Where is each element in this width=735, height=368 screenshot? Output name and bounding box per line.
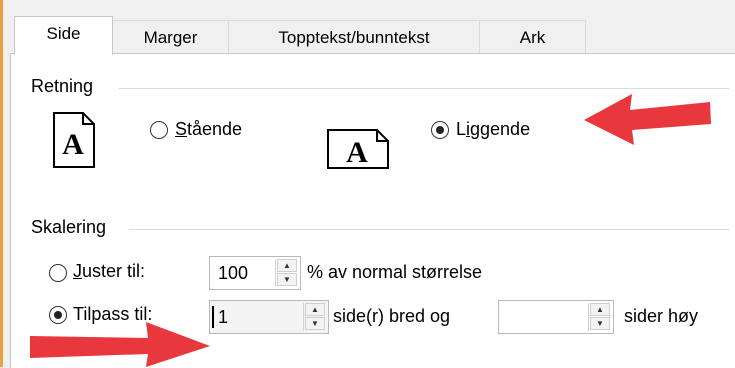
orientation-group-label: Retning (31, 76, 94, 96)
portrait-label-rest: tående (187, 119, 243, 139)
landscape-page-icon: A (327, 129, 389, 169)
fit-wide-up-button[interactable]: ▲ (305, 303, 325, 316)
adjust-to-spinner[interactable]: 100 ▲ ▼ (209, 256, 301, 290)
scaling-group-divider (129, 229, 729, 230)
tab-marger[interactable]: Marger (112, 20, 229, 53)
tab-side[interactable]: Side (14, 16, 113, 55)
fit-wide-suffix: side(r) bred og (333, 306, 451, 326)
fit-tall-suffix: sider høy (624, 306, 699, 326)
fit-tall-up-button[interactable]: ▲ (590, 303, 610, 316)
adjust-to-accel: J (73, 261, 82, 281)
landscape-label-rest: ggende (470, 119, 531, 139)
fit-tall-down-button[interactable]: ▼ (590, 317, 610, 330)
window-edge (0, 0, 3, 367)
fit-tall-spin-buttons: ▲ ▼ (588, 303, 611, 331)
adjust-to-value: 100 (218, 263, 249, 283)
svg-text:A: A (346, 136, 368, 169)
portrait-label[interactable]: Stående (175, 119, 242, 140)
portrait-radio[interactable] (150, 121, 168, 139)
landscape-label-l: L (456, 119, 467, 139)
adjust-to-spin-buttons: ▲ ▼ (275, 259, 298, 287)
fit-to-pointer-arrow (30, 322, 210, 367)
adjust-to-up-button[interactable]: ▲ (277, 259, 297, 272)
fit-to-radio-dot (53, 310, 62, 319)
fit-wide-spinner[interactable]: 1 ▲ ▼ (209, 300, 329, 334)
fit-wide-spin-buttons: ▲ ▼ (303, 303, 326, 331)
portrait-accel: S (175, 119, 188, 139)
fit-wide-value: 1 (218, 307, 229, 327)
portrait-page-icon: A (53, 112, 95, 168)
landscape-label[interactable]: Liggende (456, 119, 530, 140)
fit-wide-down-button[interactable]: ▼ (305, 317, 325, 330)
adjust-to-down-button[interactable]: ▼ (277, 273, 297, 286)
landscape-pointer-arrow (584, 94, 711, 145)
adjust-to-suffix: % av normal størrelse (307, 262, 483, 282)
landscape-radio[interactable] (431, 121, 449, 139)
svg-text:A: A (62, 128, 84, 161)
tab-topptekst-bunntekst[interactable]: Topptekst/bunntekst (228, 20, 480, 53)
adjust-to-radio[interactable] (49, 264, 67, 282)
adjust-to-label[interactable]: Juster til: (73, 261, 145, 282)
tab-strip: Side Marger Topptekst/bunntekst Ark (14, 16, 735, 55)
fit-tall-spinner[interactable]: ▲ ▼ (498, 300, 614, 334)
adjust-to-label-rest: uster til: (82, 261, 146, 281)
landscape-radio-dot (435, 125, 444, 134)
page-setup-dialog: Side Marger Topptekst/bunntekst Ark Retn… (0, 0, 735, 368)
tab-ark[interactable]: Ark (479, 20, 586, 53)
scaling-group-label: Skalering (31, 217, 107, 237)
